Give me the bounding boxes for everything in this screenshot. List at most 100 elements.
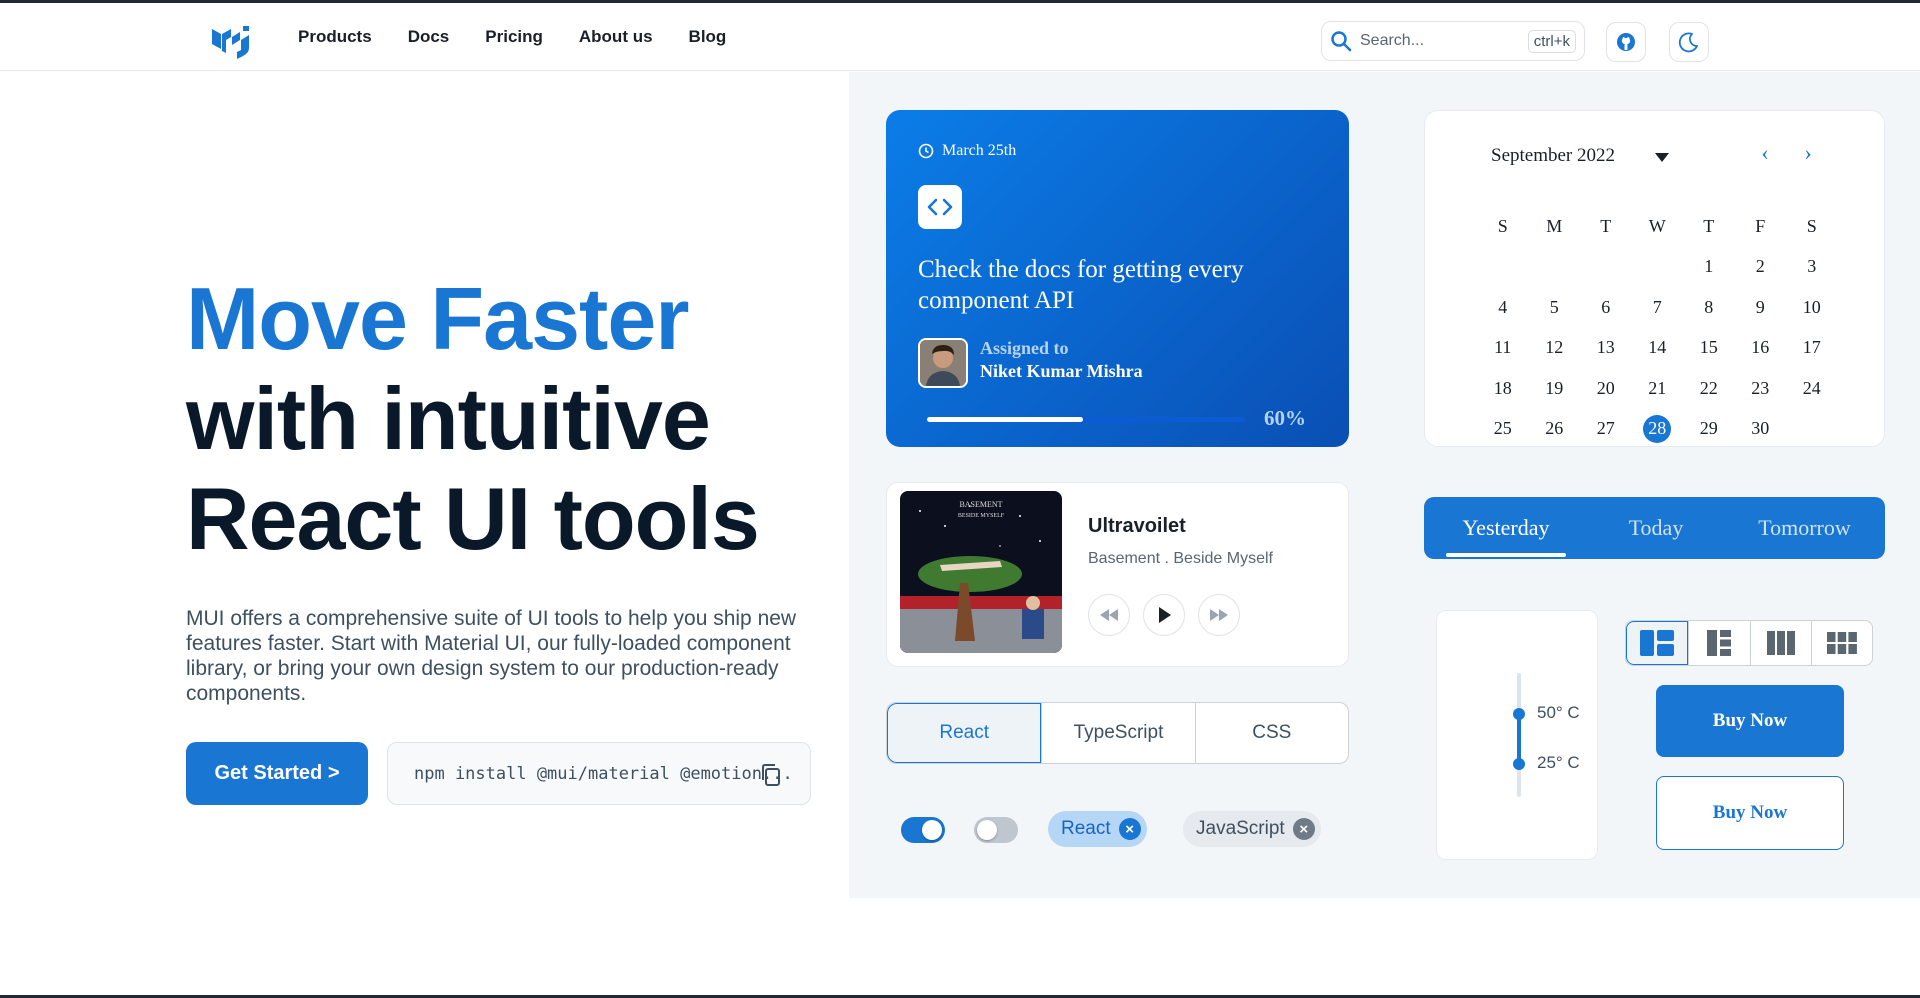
switch-knob [922,820,942,840]
hero-title-line-2: with intuitive [186,369,711,468]
calendar-day[interactable]: 1 [1683,247,1735,288]
calendar-day[interactable]: 24 [1786,368,1838,409]
code-icon [927,198,953,216]
switch-knob [977,820,997,840]
calendar-month-label[interactable]: September 2022 [1491,145,1615,167]
play-button[interactable] [1143,594,1185,636]
view-quilt-icon [1640,630,1675,656]
calendar-day[interactable]: 22 [1683,368,1735,409]
calendar-day[interactable]: 30 [1735,409,1787,450]
day-tabs: Yesterday Today Tomorrow [1424,497,1885,559]
calendar-day-selected[interactable]: 28 [1643,414,1672,443]
calendar-day[interactable]: 2 [1735,247,1787,288]
slider-label-high: 50° C [1537,703,1580,722]
album-art-subtitle: BESIDE MYSELF [958,513,1005,519]
mui-logo[interactable] [210,23,254,59]
task-progress-fill [927,417,1083,422]
chip-javascript-label: JavaScript [1196,818,1285,839]
fast-forward-icon [1210,609,1228,621]
slider-thumb-low[interactable] [1513,758,1525,770]
github-button[interactable] [1606,22,1646,62]
nav-about-us[interactable]: About us [561,19,671,55]
main-nav: Products Docs Pricing About us Blog [280,3,744,71]
close-icon[interactable]: × [1292,818,1315,840]
tab-today[interactable]: Today [1588,497,1724,559]
calendar-day[interactable]: 18 [1477,368,1529,409]
buy-now-contained-button[interactable]: Buy Now [1656,685,1844,757]
temperature-slider-card: 50° C 25° C [1436,610,1598,860]
calendar-day[interactable]: 12 [1529,328,1581,369]
task-date-text: March 25th [942,142,1017,159]
chevron-right-icon[interactable]: › [1796,140,1820,165]
chip-react[interactable]: React × [1048,811,1147,847]
calendar-day[interactable]: 10 [1786,287,1838,328]
slider-thumb-high[interactable] [1513,708,1525,720]
switch-on[interactable] [901,817,945,843]
fast-forward-button[interactable] [1198,594,1240,636]
calendar-day[interactable]: 23 [1735,368,1787,409]
calendar-day[interactable]: 9 [1735,287,1787,328]
tab-yesterday[interactable]: Yesterday [1424,497,1588,559]
calendar-day[interactable]: 27 [1580,409,1632,450]
nav-blog[interactable]: Blog [671,19,745,55]
calendar-day[interactable]: 17 [1786,328,1838,369]
calendar-day[interactable]: 4 [1477,287,1529,328]
calendar-day[interactable]: 3 [1786,247,1838,288]
calendar-day[interactable]: 5 [1529,287,1581,328]
calendar-day[interactable]: 29 [1683,409,1735,450]
layout-columns-button[interactable] [1749,621,1811,665]
top-app-bar: Products Docs Pricing About us Blog Sear… [0,3,1920,71]
slider-label-low: 25° C [1537,753,1580,772]
layout-toggle-group [1625,620,1873,666]
calendar-day[interactable]: 21 [1632,368,1684,409]
close-icon[interactable]: × [1118,818,1141,840]
music-player-card: BASEMENT BESIDE MYSELF Ultravoilet Basem… [886,482,1349,667]
view-module-icon [1826,632,1857,654]
copy-icon[interactable] [760,763,782,787]
get-started-button[interactable]: Get Started > [186,742,368,805]
tab-typescript[interactable]: TypeScript [1041,703,1194,763]
nav-docs[interactable]: Docs [390,19,468,55]
calendar-day[interactable]: 25 [1477,409,1529,450]
play-icon [1159,607,1171,623]
task-progress-percent: 60% [1264,406,1306,430]
rewind-button[interactable] [1088,594,1130,636]
search-icon [1331,31,1352,52]
view-column-icon [1766,631,1795,655]
search-box[interactable]: Search... ctrl+k [1321,21,1585,61]
hero-description: MUI offers a comprehensive suite of UI t… [186,607,797,705]
calendar-blank [1632,247,1684,288]
calendar-grid: S M T W T F S 1 2 3 4 5 6 7 8 9 10 11 12 13 14 15 16 17 18 19 20 21… [1477,206,1838,449]
calendar-day[interactable]: 26 [1529,409,1581,450]
caret-down-icon[interactable] [1655,153,1669,162]
assignee-avatar [918,338,968,388]
tab-tomorrow[interactable]: Tomorrow [1724,497,1885,559]
nav-pricing[interactable]: Pricing [467,19,561,55]
calendar-day[interactable]: 6 [1580,287,1632,328]
layout-module-button[interactable] [1810,621,1872,665]
tab-react[interactable]: React [887,703,1042,763]
layout-quilt-button[interactable] [1626,621,1689,665]
nav-products[interactable]: Products [280,19,390,55]
clock-icon [918,143,934,159]
calendar-day[interactable]: 14 [1632,328,1684,369]
calendar-day[interactable]: 8 [1683,287,1735,328]
calendar-day[interactable]: 13 [1580,328,1632,369]
calendar-day[interactable]: 28 [1632,409,1684,450]
switch-off[interactable] [974,817,1018,843]
calendar-day[interactable]: 19 [1529,368,1581,409]
layout-sidebar-button[interactable] [1688,621,1749,665]
calendar-day[interactable]: 11 [1477,328,1529,369]
github-icon [1617,33,1635,51]
calendar-blank [1529,247,1581,288]
calendar-day[interactable]: 7 [1632,287,1684,328]
theme-toggle-button[interactable] [1669,22,1709,62]
calendar-day[interactable]: 20 [1580,368,1632,409]
chevron-left-icon[interactable]: ‹ [1753,140,1777,165]
buy-now-outlined-button[interactable]: Buy Now [1656,776,1844,850]
calendar-day[interactable]: 16 [1735,328,1787,369]
chip-javascript[interactable]: JavaScript × [1183,811,1321,847]
calendar-day[interactable]: 15 [1683,328,1735,369]
hero-title-line-1: Move Faster [186,269,690,368]
tab-css[interactable]: CSS [1194,703,1348,763]
